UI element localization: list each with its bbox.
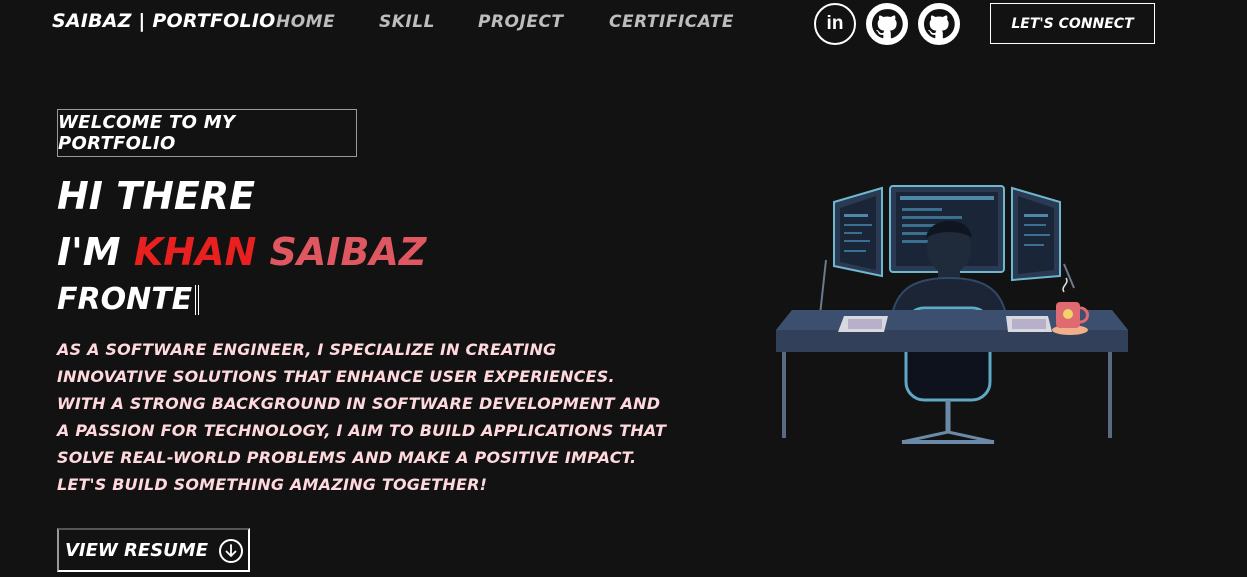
welcome-badge: WELCOME TO MY PORTFOLIO — [57, 109, 357, 157]
github-icon — [923, 9, 955, 39]
lets-connect-button[interactable]: LET'S CONNECT — [990, 3, 1155, 44]
hero-intro-prefix: I'M — [57, 230, 134, 274]
github-link[interactable] — [866, 3, 908, 45]
github-icon — [871, 9, 903, 39]
hero-intro: I'M KHAN SAIBAZ — [57, 228, 426, 276]
nav-skill[interactable]: SKILL — [379, 12, 435, 32]
linkedin-link[interactable]: in — [814, 3, 856, 45]
linkedin-icon: in — [826, 13, 844, 34]
typed-role-text: FRONTE — [57, 282, 193, 317]
typing-cursor — [195, 285, 200, 315]
github-link-2[interactable] — [918, 3, 960, 45]
arrow-down-circle-icon — [219, 539, 243, 563]
nav-certificate[interactable]: CERTIFICATE — [609, 12, 734, 32]
view-resume-label: VIEW RESUME — [65, 539, 208, 561]
nav-home[interactable]: HOME — [276, 12, 335, 32]
brand-logo[interactable]: SAIBAZ | PORTFOLIO — [52, 10, 275, 32]
right-monitor — [1011, 186, 1061, 282]
hero-description: AS A SOFTWARE ENGINEER, I SPECIALIZE IN … — [57, 340, 667, 494]
view-resume-button[interactable]: VIEW RESUME — [57, 528, 250, 572]
typed-role: FRONTE — [57, 280, 200, 320]
hero-name-last: SAIBAZ — [269, 230, 427, 274]
hero-name-first: KHAN — [133, 230, 257, 274]
left-monitor — [833, 186, 883, 278]
developer-at-desk-illustration — [776, 185, 1128, 444]
hero-greeting: HI THERE — [57, 174, 256, 218]
nav-project[interactable]: PROJECT — [478, 12, 564, 32]
